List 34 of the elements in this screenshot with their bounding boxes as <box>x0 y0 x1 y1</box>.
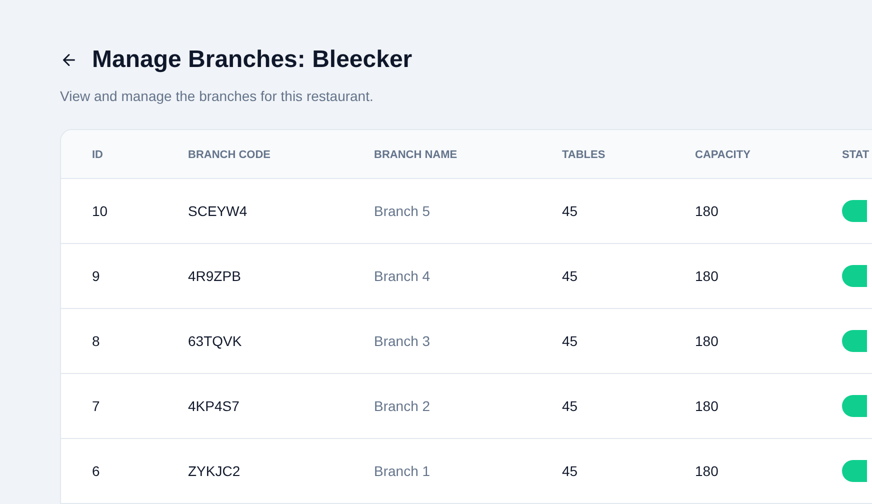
capacity-cell: 180 <box>695 202 718 218</box>
capacity-cell: 180 <box>695 332 718 348</box>
branch-name-cell: Branch 1 <box>374 462 430 478</box>
branch-name-cell: Branch 3 <box>374 332 430 348</box>
branch-name-cell: Branch 2 <box>374 398 430 414</box>
branch-code-cell: 4KP4S7 <box>188 398 240 414</box>
column-header: STAT <box>842 149 870 161</box>
id-cell: 7 <box>92 398 100 414</box>
branch-code-cell: 63TQVK <box>188 332 242 348</box>
page-subtitle: View and manage the branches for this restaurant. <box>60 87 374 106</box>
branch-code-cell: 4R9ZPB <box>188 268 241 284</box>
back-arrow-icon[interactable] <box>60 51 78 69</box>
tables-cell: 45 <box>562 268 578 284</box>
id-cell: 9 <box>92 268 100 284</box>
branch-code-cell: ZYKJC2 <box>188 462 240 478</box>
column-header: CAPACITY <box>695 149 750 161</box>
id-cell: 10 <box>92 202 108 218</box>
tables-cell: 45 <box>562 332 578 348</box>
id-cell: 6 <box>92 462 100 478</box>
branch-name-cell: Branch 4 <box>374 268 430 284</box>
id-cell: 8 <box>92 332 100 348</box>
tables-cell: 45 <box>562 398 578 414</box>
capacity-cell: 180 <box>695 268 718 284</box>
capacity-cell: 180 <box>695 462 718 478</box>
page-title: Manage Branches: Bleecker <box>92 45 412 75</box>
tables-cell: 45 <box>562 462 578 478</box>
branch-name-cell: Branch 5 <box>374 202 430 218</box>
column-header: TABLES <box>562 149 606 161</box>
column-header: BRANCH NAME <box>374 149 458 161</box>
column-header: BRANCH CODE <box>188 149 270 161</box>
capacity-cell: 180 <box>695 398 718 414</box>
tables-cell: 45 <box>562 202 578 218</box>
column-header: ID <box>92 149 103 161</box>
branch-code-cell: SCEYW4 <box>188 202 248 218</box>
